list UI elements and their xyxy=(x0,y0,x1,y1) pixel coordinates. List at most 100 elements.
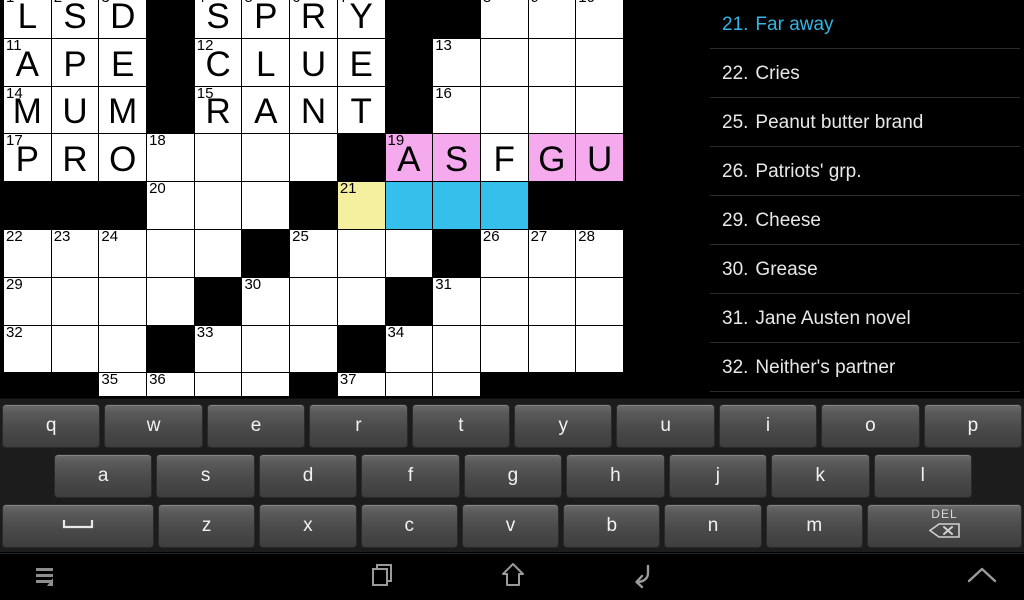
crossword-cell[interactable]: 24 xyxy=(99,229,148,278)
crossword-cell[interactable] xyxy=(528,325,577,374)
crossword-cell[interactable]: S xyxy=(433,134,481,183)
crossword-cell[interactable]: 6R xyxy=(290,0,338,39)
crossword-cell[interactable] xyxy=(528,38,577,87)
crossword-cell[interactable]: G xyxy=(528,134,577,183)
key-r[interactable]: r xyxy=(309,404,408,448)
crossword-cell[interactable]: 33 xyxy=(194,325,243,374)
crossword-cell[interactable]: E xyxy=(99,38,148,87)
key-t[interactable]: t xyxy=(411,404,511,448)
crossword-cell[interactable]: 31 xyxy=(433,277,481,326)
crossword-cell[interactable]: N xyxy=(290,86,338,135)
crossword-cell[interactable] xyxy=(194,182,243,230)
crossword-cell[interactable] xyxy=(290,325,338,374)
crossword-cell[interactable] xyxy=(194,373,243,396)
key-a[interactable]: a xyxy=(54,454,153,498)
crossword-cell[interactable]: L xyxy=(242,38,291,87)
crossword-cell[interactable] xyxy=(480,277,529,326)
key-i[interactable]: i xyxy=(718,404,818,448)
hide-keyboard-button[interactable] xyxy=(954,554,1010,600)
crossword-cell[interactable]: 21 xyxy=(337,182,386,230)
crossword-cell[interactable] xyxy=(433,182,481,230)
key-d[interactable]: d xyxy=(258,454,358,498)
crossword-cell[interactable]: 19 A xyxy=(385,134,434,183)
crossword-cell[interactable] xyxy=(194,134,243,183)
clue-list-item[interactable]: 21. Far away xyxy=(690,0,1024,49)
key-l[interactable]: l xyxy=(873,454,972,498)
crossword-cell[interactable]: 34 xyxy=(385,325,434,374)
crossword-cell[interactable]: 10 xyxy=(576,0,624,39)
key-p[interactable]: p xyxy=(923,404,1023,448)
crossword-cell[interactable]: 7Y xyxy=(337,0,386,39)
crossword-cell[interactable]: 9 xyxy=(528,0,577,39)
key-u[interactable]: u xyxy=(616,404,715,448)
crossword-cell[interactable]: 1L xyxy=(4,0,52,39)
crossword-cell[interactable]: 11 A xyxy=(4,38,52,87)
crossword-cell[interactable]: 14 M xyxy=(4,86,52,135)
crossword-cell[interactable]: 36 xyxy=(147,373,195,396)
crossword-cell[interactable]: 17 P xyxy=(4,134,52,183)
crossword-cell[interactable] xyxy=(385,182,434,230)
crossword-cell[interactable] xyxy=(242,134,291,183)
crossword-cell[interactable] xyxy=(51,277,100,326)
crossword-cell[interactable] xyxy=(480,86,529,135)
crossword-cell[interactable] xyxy=(242,373,291,396)
crossword-cell[interactable] xyxy=(433,373,481,396)
key-h[interactable]: h xyxy=(566,454,665,498)
recents-button[interactable] xyxy=(355,554,411,600)
crossword-cell[interactable]: U xyxy=(290,38,338,87)
crossword-cell[interactable] xyxy=(528,277,577,326)
crossword-cell[interactable]: E xyxy=(337,38,386,87)
crossword-cell[interactable]: F xyxy=(480,134,529,183)
clue-list-item[interactable]: 29. Cheese xyxy=(690,196,1024,245)
crossword-cell[interactable]: 22 xyxy=(4,229,52,278)
clue-list-item[interactable]: 32. Neither's partner xyxy=(690,343,1024,392)
crossword-cell[interactable] xyxy=(337,277,386,326)
key-o[interactable]: o xyxy=(821,404,920,448)
key-k[interactable]: k xyxy=(771,454,870,498)
key-delete[interactable]: DEL xyxy=(866,504,1022,548)
key-x[interactable]: x xyxy=(259,504,357,548)
crossword-cell[interactable]: P xyxy=(51,38,100,87)
crossword-cell[interactable]: U xyxy=(576,134,624,183)
onscreen-keyboard[interactable]: q w e r t y u i o p a s d f g h j k l z x c v b n m DEL xyxy=(0,398,1024,552)
crossword-cell[interactable]: 35 xyxy=(99,373,148,396)
crossword-cell[interactable] xyxy=(337,229,386,278)
key-n[interactable]: n xyxy=(664,504,762,548)
key-c[interactable]: c xyxy=(360,504,458,548)
ime-switcher-button[interactable] xyxy=(18,554,74,600)
crossword-cell[interactable]: 28 xyxy=(576,229,624,278)
crossword-cell[interactable]: M xyxy=(99,86,148,135)
crossword-cell[interactable] xyxy=(147,277,195,326)
crossword-cell[interactable] xyxy=(290,277,338,326)
crossword-cell[interactable] xyxy=(290,134,338,183)
crossword-cell[interactable] xyxy=(480,38,529,87)
clue-list-item[interactable]: 25. Peanut butter brand xyxy=(690,98,1024,147)
crossword-cell[interactable] xyxy=(576,86,624,135)
crossword-cell[interactable] xyxy=(576,277,624,326)
key-q[interactable]: q xyxy=(2,404,101,448)
crossword-cell[interactable]: 29 xyxy=(4,277,52,326)
crossword-cell[interactable]: R xyxy=(51,134,100,183)
clue-list-item[interactable]: 31. Jane Austen novel xyxy=(690,294,1024,343)
crossword-cell[interactable] xyxy=(433,325,481,374)
crossword-cell[interactable]: 30 xyxy=(242,277,291,326)
crossword-cell[interactable] xyxy=(480,182,529,230)
crossword-cell[interactable]: U xyxy=(51,86,100,135)
crossword-cell[interactable]: 18 xyxy=(147,134,195,183)
key-y[interactable]: y xyxy=(514,404,613,448)
crossword-cell[interactable]: 5P xyxy=(242,0,291,39)
crossword-cell[interactable]: 12 C xyxy=(194,38,243,87)
clue-list-item[interactable]: 26. Patriots' grp. xyxy=(690,147,1024,196)
crossword-cell[interactable]: T xyxy=(337,86,386,135)
clue-list-item[interactable]: 22. Cries xyxy=(690,49,1024,98)
crossword-cell[interactable]: 8 xyxy=(480,0,529,39)
key-z[interactable]: z xyxy=(158,504,256,548)
crossword-cell[interactable] xyxy=(242,325,291,374)
crossword-cell[interactable] xyxy=(576,325,624,374)
crossword-cell[interactable]: 37 xyxy=(337,373,386,396)
crossword-cell[interactable]: 16 xyxy=(433,86,481,135)
crossword-cell[interactable]: 32 xyxy=(4,325,52,374)
crossword-cell[interactable]: 13 xyxy=(433,38,481,87)
crossword-cell[interactable]: 3D xyxy=(99,0,148,39)
key-b[interactable]: b xyxy=(563,504,661,548)
